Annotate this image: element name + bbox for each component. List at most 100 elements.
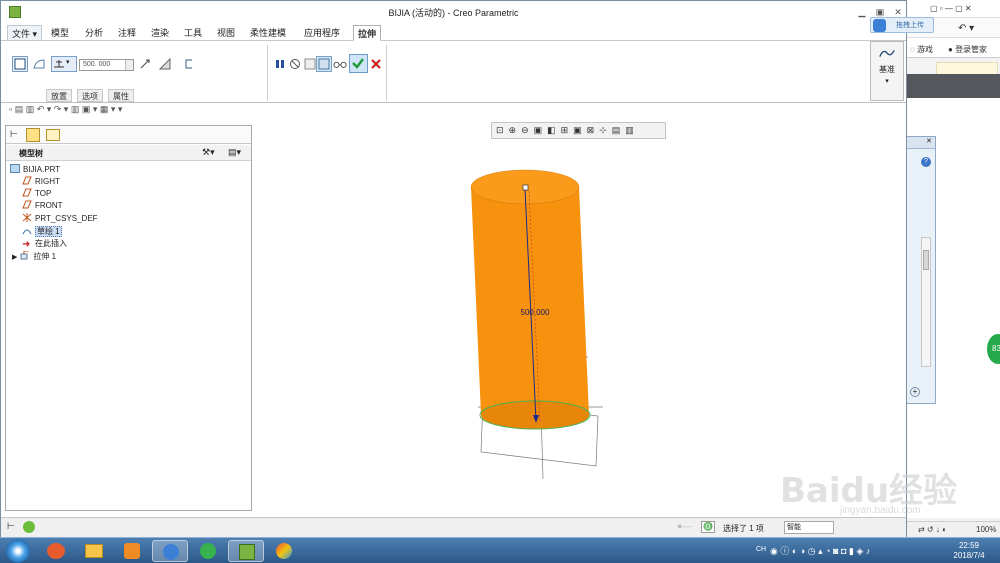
model-tree-panel: ⊢ 模型树 ⚒▾ ▤▾ BIJIA.PRT RIGHT TOP FRONT PR… xyxy=(5,125,252,511)
model-viewport[interactable]: 500.000 xyxy=(253,119,906,517)
close-icon[interactable]: ✕ xyxy=(893,7,903,17)
smart-select-icon: ●— xyxy=(677,521,692,531)
app-icon xyxy=(47,543,65,559)
taskbar: CH ◉ ⓘ ◐ ◑ ◷ ▴ ◔ ◙ ◘ ▮ ◈ ♪ 22:59 2018/7/… xyxy=(0,537,1000,563)
taskbar-app-1[interactable] xyxy=(38,540,74,562)
tab-tools[interactable]: 工具 xyxy=(180,25,206,41)
graphics-window[interactable]: 500.000 xyxy=(253,119,906,517)
tree-filter-icon[interactable]: ▤▾ xyxy=(228,147,241,158)
tab-file[interactable]: 文件 ▾ xyxy=(7,25,43,41)
filter-value: 智能 xyxy=(787,524,801,531)
tab-view[interactable]: 视图 xyxy=(213,25,239,41)
popup-scrollbar[interactable] xyxy=(921,237,931,367)
tab-render[interactable]: 渲染 xyxy=(147,25,173,41)
tab-applications[interactable]: 应用程序 xyxy=(300,25,344,41)
drag-handle[interactable] xyxy=(522,184,529,191)
no-preview-icon[interactable] xyxy=(287,56,303,72)
game-link[interactable]: ◌ 游戏 xyxy=(910,44,933,55)
popup-add-icon[interactable]: + xyxy=(910,387,920,397)
popup-scroll-thumb[interactable] xyxy=(923,250,929,270)
clock-date: 2018/7/4 xyxy=(953,551,985,560)
tree-item-label: FRONT xyxy=(35,201,63,210)
window-controls-icon[interactable]: ▢ ▫ — ▢ ✕ xyxy=(930,4,972,13)
extrude-ribbon: ▾ 500. 000 放置 选项 属性 基准 ▾ xyxy=(1,41,906,103)
tree-item-insert-here[interactable]: ➜ 在此插入 xyxy=(22,238,67,250)
datum-button[interactable]: 基准 ▾ xyxy=(870,41,904,101)
tree-item-right-plane[interactable]: RIGHT xyxy=(22,176,60,188)
thicken-icon[interactable] xyxy=(181,56,197,72)
browser-toggle-icon[interactable] xyxy=(23,521,35,533)
tree-item-part[interactable]: BIJIA.PRT xyxy=(10,164,60,176)
datum-plane-icon xyxy=(22,200,32,209)
model-tree-tab-icon[interactable]: ⊢ xyxy=(10,129,22,141)
clock[interactable]: 22:59 2018/7/4 xyxy=(944,541,994,561)
taskbar-creo[interactable] xyxy=(228,540,264,562)
creo-window: BIJIA (活动的) - Creo Parametric ▁ ▣ ✕ 文件 ▾… xyxy=(0,0,907,537)
baidu-netdisk-icon xyxy=(873,19,886,32)
view-tool-icons[interactable]: ⊡⊕⊖▣◧⊞▣⊠⊹▤▥ xyxy=(496,125,639,136)
surface-icon[interactable] xyxy=(31,56,47,72)
pause-icon[interactable] xyxy=(272,56,288,72)
help-icon[interactable]: ? xyxy=(921,157,931,167)
login-link[interactable]: ● 登录管家 xyxy=(948,44,987,55)
undo-icon[interactable]: ↶ ▾ xyxy=(958,23,974,34)
taskbar-browser[interactable] xyxy=(190,540,226,562)
tab-analysis[interactable]: 分析 xyxy=(81,25,107,41)
insert-arrow-icon: ➜ xyxy=(22,239,31,250)
datum-curve-icon xyxy=(879,49,895,57)
tree-item-extrude[interactable]: ▶ 拉伸 1 xyxy=(12,250,56,263)
tab-model[interactable]: 模型 xyxy=(47,25,73,41)
tree-item-front-plane[interactable]: FRONT xyxy=(22,200,63,212)
subtab-properties[interactable]: 属性 xyxy=(108,89,134,102)
dimension-value-label[interactable]: 500.000 xyxy=(521,308,550,317)
browser-status-icons: ⇄ ↺ ↓ ◐ xyxy=(918,525,947,534)
game-icon: ◌ xyxy=(910,45,917,54)
coordinate-system-icon xyxy=(22,213,32,222)
binoculars-icon[interactable]: ♎ xyxy=(701,521,715,533)
flip-direction-icon[interactable] xyxy=(137,56,153,72)
start-button[interactable] xyxy=(6,539,30,563)
upload-toast[interactable]: 拖拽上传 xyxy=(870,17,934,33)
tree-toggle-icon[interactable]: ⊢ xyxy=(7,521,19,533)
depth-value-input[interactable]: 500. 000 xyxy=(79,59,134,71)
tree-item-label: PRT_CSYS_DEF xyxy=(35,214,98,223)
selection-filter-dropdown[interactable]: 智能 xyxy=(784,521,834,534)
window-title: BIJIA (活动的) - Creo Parametric xyxy=(388,8,519,18)
tree-item-top-plane[interactable]: TOP xyxy=(22,188,51,200)
tree-item-label: TOP xyxy=(35,189,52,198)
remove-material-icon[interactable] xyxy=(157,56,173,72)
popup-close-icon[interactable]: ✕ xyxy=(907,137,935,149)
subtab-options[interactable]: 选项 xyxy=(77,89,103,102)
ime-indicator[interactable]: CH xyxy=(756,546,766,553)
depth-dropdown-icon[interactable] xyxy=(125,60,133,70)
folder-browser-tab-icon[interactable] xyxy=(26,128,40,142)
tab-annotate[interactable]: 注释 xyxy=(114,25,140,41)
detached-preview-icon[interactable] xyxy=(316,56,332,72)
solid-icon[interactable] xyxy=(12,56,28,72)
taskbar-baidu-netdisk[interactable] xyxy=(152,540,188,562)
taskbar-media-player[interactable] xyxy=(114,540,150,562)
restore-icon[interactable]: ▣ xyxy=(875,7,885,17)
taskbar-paint[interactable] xyxy=(266,540,302,562)
expand-triangle-icon[interactable]: ▶ xyxy=(12,254,17,261)
ok-button[interactable] xyxy=(349,54,368,73)
tree-item-csys[interactable]: PRT_CSYS_DEF xyxy=(22,213,98,225)
browser-zoom[interactable]: 100% xyxy=(976,522,996,538)
tree-item-sketch[interactable]: 草绘 1 xyxy=(22,226,62,238)
browser-statusbar: ⇄ ↺ ↓ ◐ 100% xyxy=(906,521,1000,537)
browser-icon xyxy=(200,543,216,559)
verify-glasses-icon[interactable] xyxy=(332,56,350,72)
tree-settings-icon[interactable]: ⚒▾ xyxy=(202,147,215,158)
tab-flexible-modeling[interactable]: 柔性建模 xyxy=(246,25,290,41)
cancel-button[interactable] xyxy=(368,56,384,72)
ribbon-tabs: 文件 ▾ 模型 分析 注释 渲染 工具 视图 柔性建模 应用程序 拉伸 xyxy=(1,25,906,41)
depth-type-dropdown[interactable]: ▾ xyxy=(51,56,77,72)
subtab-placement[interactable]: 放置 xyxy=(46,89,72,102)
tray-icons[interactable]: ◉ ⓘ ◐ ◑ ◷ ▴ ◔ ◙ ◘ ▮ ◈ ♪ xyxy=(770,544,870,557)
tab-extrude[interactable]: 拉伸 xyxy=(353,25,382,41)
taskbar-explorer[interactable] xyxy=(76,540,112,562)
favorites-tab-icon[interactable] xyxy=(46,129,60,141)
minimize-icon[interactable]: ▁ xyxy=(857,7,867,17)
paint-icon xyxy=(276,543,292,559)
quick-access-icons[interactable]: ▫ ▤ ▥ ↶ ▾ ↷ ▾ ▥ ▣ ▾ ▦ ▾ ▾ xyxy=(9,104,122,115)
